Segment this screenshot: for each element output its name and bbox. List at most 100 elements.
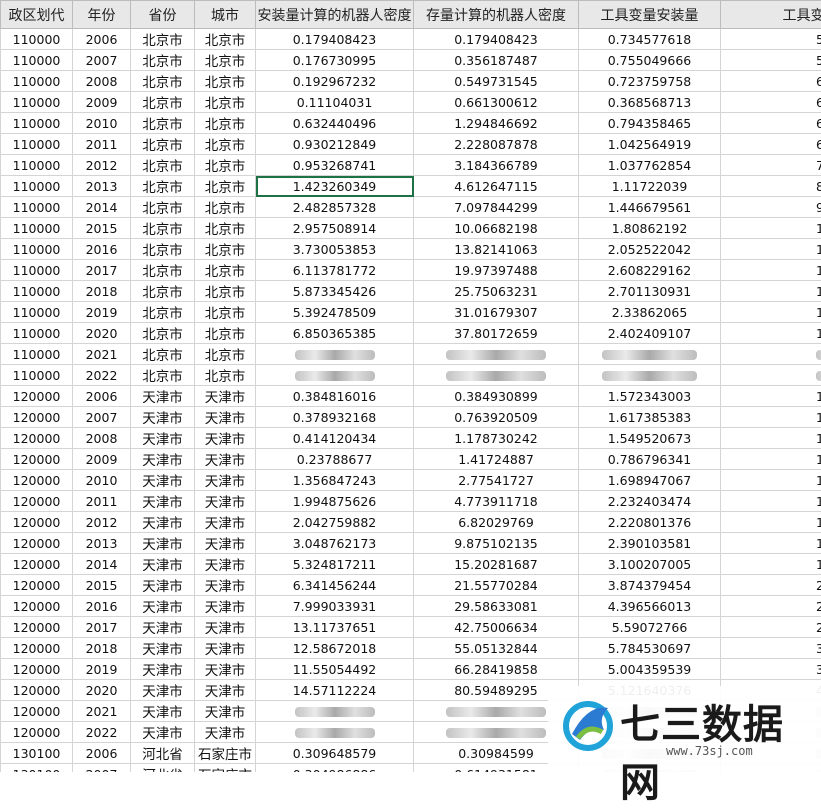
- table-cell[interactable]: [256, 701, 414, 722]
- column-header[interactable]: 工具变量安装量: [579, 1, 721, 29]
- table-cell[interactable]: 110000: [1, 176, 73, 197]
- table-cell[interactable]: 6.118497: [721, 71, 821, 92]
- table-cell[interactable]: 130100: [1, 743, 73, 764]
- table-cell[interactable]: 120000: [1, 638, 73, 659]
- table-cell[interactable]: 北京市: [195, 155, 256, 176]
- table-cell[interactable]: 6.113781772: [256, 260, 414, 281]
- table-cell[interactable]: 1.356847243: [256, 470, 414, 491]
- table-cell[interactable]: 2021: [73, 344, 131, 365]
- table-cell[interactable]: 0.179408423: [414, 29, 579, 50]
- table-cell[interactable]: 天津市: [131, 596, 195, 617]
- table-cell[interactable]: 9.283240: [721, 197, 821, 218]
- table-cell[interactable]: 天津市: [195, 638, 256, 659]
- table-cell[interactable]: [579, 365, 721, 386]
- table-cell[interactable]: 0.414120434: [256, 428, 414, 449]
- table-cell[interactable]: 北京市: [131, 365, 195, 386]
- table-cell[interactable]: 110000: [1, 281, 73, 302]
- table-cell[interactable]: [414, 344, 579, 365]
- table-cell[interactable]: 天津市: [131, 449, 195, 470]
- table-cell[interactable]: 15.81994: [721, 281, 821, 302]
- table-cell[interactable]: 37.80172659: [414, 323, 579, 344]
- table-cell[interactable]: 北京市: [195, 365, 256, 386]
- table-cell[interactable]: 北京市: [195, 71, 256, 92]
- table-cell[interactable]: 6.850365385: [256, 323, 414, 344]
- table-cell[interactable]: 14.88089: [721, 491, 821, 512]
- table-cell[interactable]: 6.054449: [721, 92, 821, 113]
- column-header[interactable]: 城市: [195, 1, 256, 29]
- table-cell[interactable]: 2008: [73, 428, 131, 449]
- table-cell[interactable]: [721, 365, 821, 386]
- table-cell[interactable]: [579, 344, 721, 365]
- table-cell[interactable]: 5.823230: [721, 50, 821, 71]
- table-cell[interactable]: 2012: [73, 155, 131, 176]
- table-cell[interactable]: 110000: [1, 197, 73, 218]
- table-cell[interactable]: 2016: [73, 239, 131, 260]
- table-cell[interactable]: 110000: [1, 239, 73, 260]
- table-cell[interactable]: 4.773911718: [414, 491, 579, 512]
- table-cell[interactable]: 天津市: [131, 680, 195, 701]
- table-cell[interactable]: 1.294846692: [414, 113, 579, 134]
- column-header[interactable]: 存量计算的机器人密度: [414, 1, 579, 29]
- table-cell[interactable]: [414, 365, 579, 386]
- table-cell[interactable]: 天津市: [195, 701, 256, 722]
- table-cell[interactable]: [721, 344, 821, 365]
- table-cell[interactable]: 天津市: [131, 533, 195, 554]
- table-cell[interactable]: 120000: [1, 722, 73, 743]
- table-cell[interactable]: 2016: [73, 596, 131, 617]
- table-cell[interactable]: 北京市: [195, 134, 256, 155]
- table-cell[interactable]: 北京市: [131, 323, 195, 344]
- table-cell[interactable]: 1.037762854: [579, 155, 721, 176]
- table-cell[interactable]: 110000: [1, 50, 73, 71]
- table-cell[interactable]: 17.63755: [721, 302, 821, 323]
- table-cell[interactable]: 北京市: [195, 197, 256, 218]
- table-cell[interactable]: 河北省: [131, 743, 195, 764]
- table-cell[interactable]: 2010: [73, 113, 131, 134]
- table-cell[interactable]: 5.392478509: [256, 302, 414, 323]
- table-cell[interactable]: 11.91879: [721, 239, 821, 260]
- table-cell[interactable]: 55.05132844: [414, 638, 579, 659]
- table-cell[interactable]: 天津市: [131, 554, 195, 575]
- table-cell[interactable]: 天津市: [195, 449, 256, 470]
- table-cell[interactable]: 66.28419858: [414, 659, 579, 680]
- table-cell[interactable]: 北京市: [195, 281, 256, 302]
- table-cell[interactable]: 北京市: [131, 344, 195, 365]
- table-cell[interactable]: 3.730053853: [256, 239, 414, 260]
- table-cell[interactable]: 33.84756: [721, 638, 821, 659]
- table-cell[interactable]: 0.23788677: [256, 449, 414, 470]
- table-cell[interactable]: 北京市: [131, 176, 195, 197]
- table-cell[interactable]: 0.930212849: [256, 134, 414, 155]
- table-cell[interactable]: 1.042564919: [579, 134, 721, 155]
- spreadsheet-grid[interactable]: 政区划代年份省份城市安装量计算的机器人密度存量计算的机器人密度工具变量安装量工具…: [0, 0, 821, 772]
- table-cell[interactable]: 1.80862192: [579, 218, 721, 239]
- table-cell[interactable]: 21.55770284: [414, 575, 579, 596]
- table-cell[interactable]: 0.632440496: [256, 113, 414, 134]
- table-cell[interactable]: 19.97397488: [414, 260, 579, 281]
- table-cell[interactable]: 2015: [73, 575, 131, 596]
- table-cell[interactable]: 天津市: [131, 575, 195, 596]
- table-cell[interactable]: 120000: [1, 386, 73, 407]
- table-cell[interactable]: [256, 344, 414, 365]
- table-cell[interactable]: 1.698947067: [579, 470, 721, 491]
- table-cell[interactable]: 120000: [1, 701, 73, 722]
- table-cell[interactable]: 110000: [1, 155, 73, 176]
- table-cell[interactable]: 0.755049666: [579, 50, 721, 71]
- table-cell[interactable]: 北京市: [195, 239, 256, 260]
- table-cell[interactable]: 2006: [73, 743, 131, 764]
- table-cell[interactable]: 37.72816: [721, 659, 821, 680]
- table-cell[interactable]: 2007: [73, 407, 131, 428]
- table-cell[interactable]: 120000: [1, 680, 73, 701]
- table-cell[interactable]: 北京市: [195, 344, 256, 365]
- table-cell[interactable]: 北京市: [195, 323, 256, 344]
- table-cell[interactable]: 110000: [1, 71, 73, 92]
- table-cell[interactable]: 4.612647115: [414, 176, 579, 197]
- table-cell[interactable]: 北京市: [131, 218, 195, 239]
- table-cell[interactable]: 6.953672: [721, 134, 821, 155]
- table-cell[interactable]: 120000: [1, 470, 73, 491]
- table-cell[interactable]: 0.179408423: [256, 29, 414, 50]
- table-cell[interactable]: [256, 365, 414, 386]
- column-header[interactable]: 工具变量: [721, 1, 821, 29]
- table-cell[interactable]: 天津市: [195, 533, 256, 554]
- table-cell[interactable]: 北京市: [131, 50, 195, 71]
- table-cell[interactable]: 110000: [1, 134, 73, 155]
- column-header[interactable]: 安装量计算的机器人密度: [256, 1, 414, 29]
